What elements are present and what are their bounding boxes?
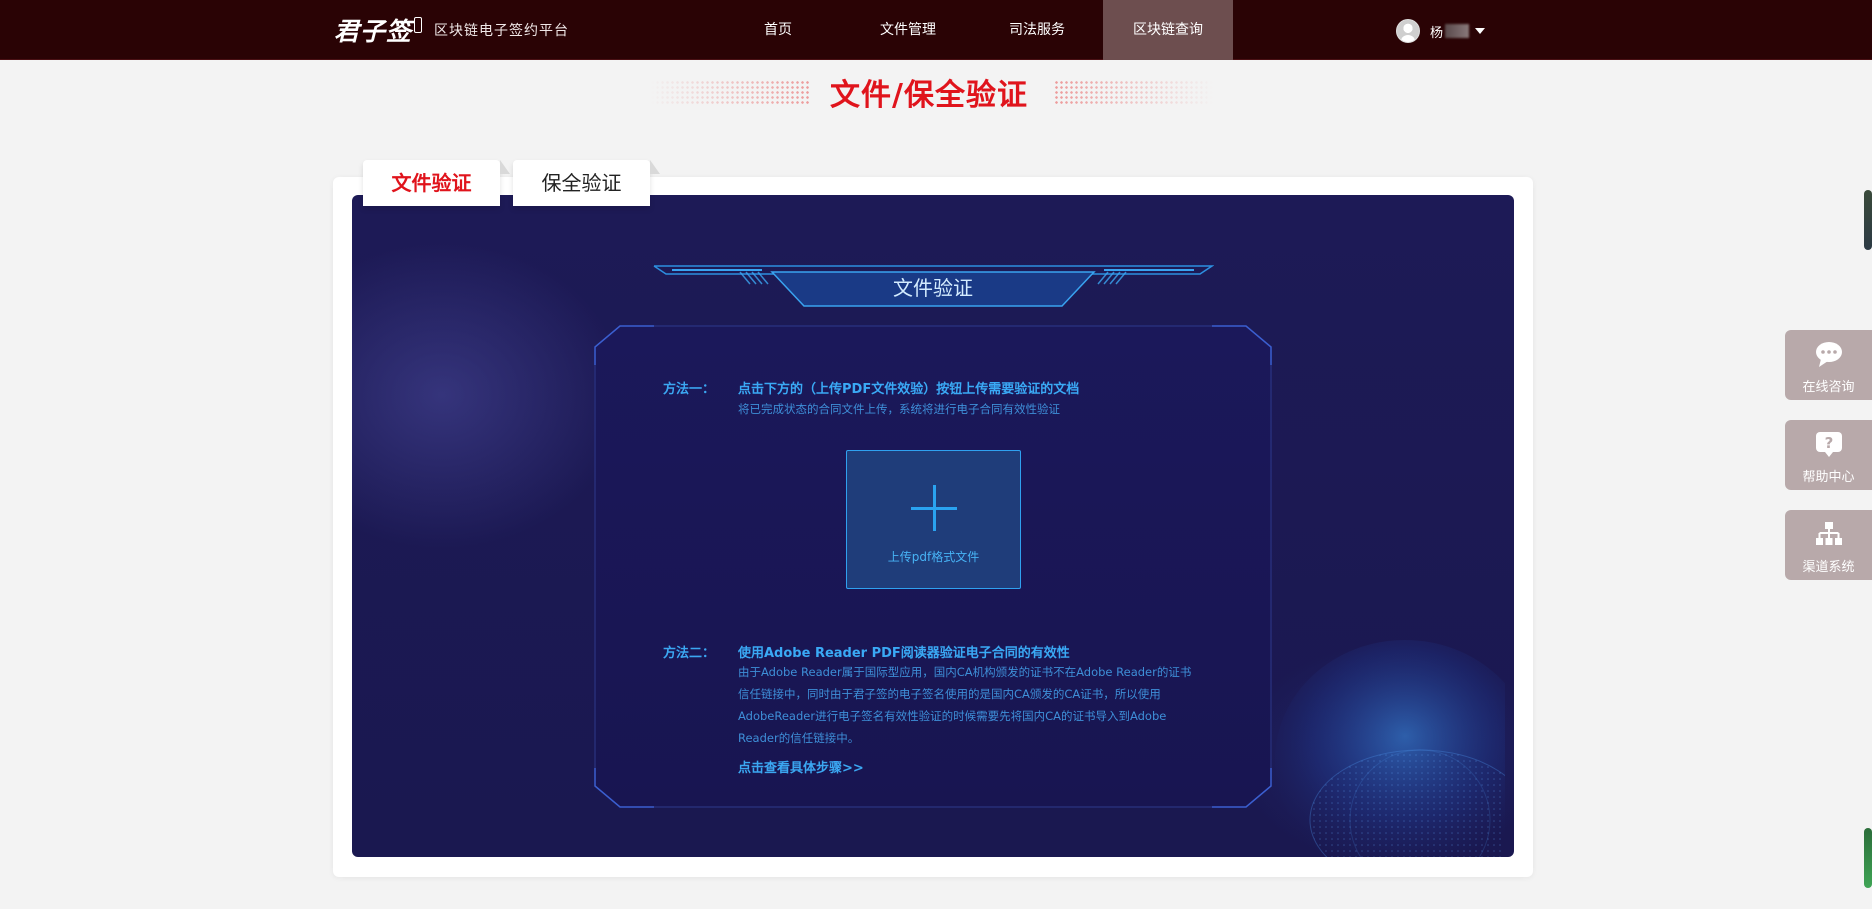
heading-dots-right-decoration [1054, 80, 1214, 104]
method-one-title: 点击下方的（上传PDF文件效验）按钮上传需要验证的文档 [738, 382, 1080, 397]
plus-icon [911, 485, 957, 531]
page-heading: 文件/保全验证 [0, 70, 1872, 113]
tab-preservation-verification[interactable]: 保全验证 [513, 160, 660, 206]
user-menu[interactable]: 杨 [1396, 18, 1486, 44]
online-consult-button[interactable]: 在线咨询 [1785, 330, 1872, 400]
chat-bubble-icon [1816, 342, 1842, 367]
chevron-down-icon [1475, 28, 1486, 34]
help-question-icon: ? [1816, 432, 1842, 457]
logo-subtitle: 区块链电子签约平台 [434, 23, 570, 39]
logo-wordmark: 君子签 [334, 17, 413, 46]
nav-blockchain-query[interactable]: 区块链查询 [1103, 0, 1233, 60]
logo-seal-icon [414, 17, 423, 33]
edge-scroll-widget-bottom[interactable] [1864, 828, 1872, 888]
method-two-title: 使用Adobe Reader PDF阅读器验证电子合同的有效性 [738, 646, 1070, 661]
heading-dots-left-decoration [650, 80, 810, 104]
help-center-button[interactable]: ? 帮助中心 [1785, 420, 1872, 490]
channel-system-label: 渠道系统 [1802, 560, 1855, 575]
nav-home[interactable]: 首页 [740, 0, 816, 60]
svg-text:?: ? [1825, 434, 1834, 452]
page-title: 文件/保全验证 [830, 78, 1028, 113]
method-two-description-line: AdobeReader进行电子签名有效性验证的时候需要先将国内CA的证书导入到A… [738, 709, 1167, 723]
tab-file-verification[interactable]: 文件验证 [363, 160, 510, 206]
nav-file-management[interactable]: 文件管理 [863, 0, 953, 60]
method-one-label: 方法一： [663, 382, 716, 397]
banner-title: 文件验证 [893, 276, 973, 300]
method-one-description: 将已完成状态的合同文件上传，系统将进行电子合同有效性验证 [738, 402, 1060, 416]
help-center-label: 帮助中心 [1802, 470, 1855, 485]
user-name: 杨 [1430, 25, 1444, 41]
method-two-description-line: 由于Adobe Reader属于国际型应用，国内CA机构颁发的证书不在Adobe… [738, 665, 1192, 679]
upload-pdf-label: 上传pdf格式文件 [887, 550, 980, 564]
edge-scroll-widget-top[interactable] [1864, 190, 1872, 250]
section-banner: 文件验证 [652, 262, 1214, 308]
top-navigation-bar: 君子签 区块链电子签约平台 首页 文件管理 司法服务 区块链查询 杨 [0, 0, 1872, 60]
method-two-description-line: 信任链接中，同时由于君子签的电子签名使用的是国内CA颁发的CA证书，所以使用 [738, 687, 1161, 701]
method-two-label: 方法二： [663, 646, 716, 661]
avatar [1396, 19, 1420, 43]
redacted-name-mask [1445, 24, 1470, 38]
globe-decoration-icon [1275, 640, 1505, 857]
org-chart-icon [1816, 522, 1842, 545]
view-steps-link[interactable]: 点击查看具体步骤>> [738, 757, 864, 776]
method-two-description-line: Reader的信任链接中。 [738, 731, 860, 745]
upload-pdf-button[interactable]: 上传pdf格式文件 [846, 450, 1021, 589]
nav-judicial-service[interactable]: 司法服务 [992, 0, 1082, 60]
channel-system-button[interactable]: 渠道系统 [1785, 510, 1872, 580]
brand-logo[interactable]: 君子签 区块链电子签约平台 [334, 14, 569, 46]
online-consult-label: 在线咨询 [1802, 380, 1855, 395]
